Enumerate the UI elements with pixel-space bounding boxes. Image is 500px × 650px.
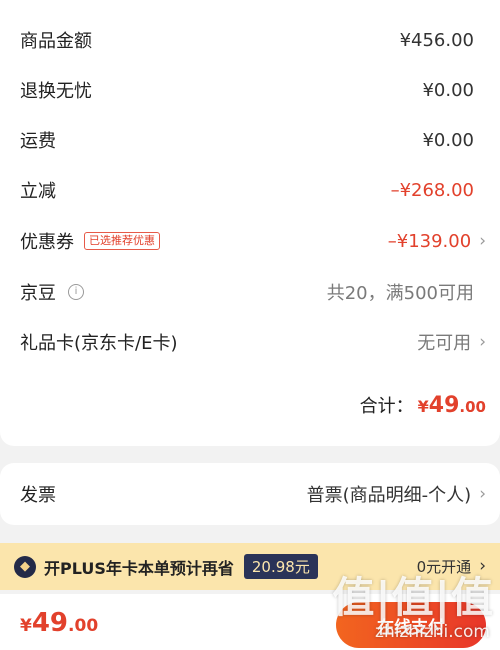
invoice-label: 发票: [20, 485, 56, 506]
total-label: 合计：: [359, 396, 414, 417]
jingdou-value: 共20，满500可用: [326, 283, 474, 304]
chevron-right-icon: ›: [479, 483, 486, 504]
pay-integer: 49: [31, 608, 69, 638]
instant-discount-row: 立减 –¥268.00: [20, 170, 474, 210]
pay-decimal: .00: [68, 616, 99, 636]
shipping-value: ¥0.00: [422, 129, 474, 151]
gift-card-label: 礼品卡(京东卡/E卡): [20, 333, 178, 354]
return-worry-free-value: ¥0.00: [422, 79, 474, 101]
shipping-label: 运费: [20, 131, 56, 152]
coupon-label: 优惠券: [20, 232, 74, 253]
total-integer: 49: [428, 393, 460, 418]
invoice-value: 普票(商品明细-个人): [306, 485, 472, 506]
total-row: 合计： ¥ 49 .00: [360, 392, 486, 428]
invoice-card[interactable]: 发票 普票(商品明细-个人) ›: [0, 463, 500, 525]
invoice-row[interactable]: 发票 普票(商品明细-个人) ›: [20, 474, 486, 514]
jingdou-label: 京豆: [20, 283, 56, 304]
jingdou-row: 京豆 i 共20，满500可用: [20, 272, 474, 312]
goods-amount-row: 商品金额 ¥456.00: [20, 20, 474, 60]
gift-card-row[interactable]: 礼品卡(京东卡/E卡) 无可用 ›: [20, 322, 486, 362]
watermark-url: zhizhizhi.com: [375, 622, 490, 642]
coupon-recommended-tag: 已选推荐优惠: [84, 232, 160, 250]
pay-currency: ¥: [20, 616, 32, 636]
return-worry-free-row: 退换无忧 ¥0.00: [20, 70, 474, 110]
goods-amount-value: ¥456.00: [399, 29, 474, 51]
plus-save-amount: 20.98元: [243, 554, 318, 579]
coupon-row[interactable]: 优惠券 已选推荐优惠 –¥139.00 ›: [20, 221, 486, 261]
watermark-logo: 值|值|值: [332, 573, 494, 622]
pay-total-price: ¥ 49 .00: [20, 608, 98, 638]
plus-logo-icon: ◆: [14, 555, 36, 578]
info-icon[interactable]: i: [68, 284, 84, 300]
chevron-right-icon: ›: [479, 230, 486, 251]
goods-amount-label: 商品金额: [20, 31, 92, 52]
coupon-value: –¥139.00: [387, 230, 472, 252]
total-currency: ¥: [417, 397, 429, 416]
shipping-row: 运费 ¥0.00: [20, 120, 474, 160]
instant-discount-value: –¥268.00: [390, 179, 474, 201]
chevron-right-icon: ›: [479, 331, 486, 352]
plus-promo-text: 开PLUS年卡本单预计再省: [44, 558, 234, 578]
return-worry-free-label: 退换无忧: [20, 81, 92, 102]
instant-discount-label: 立减: [20, 181, 56, 202]
gift-card-value: 无可用: [417, 333, 472, 354]
order-summary-card: 商品金额 ¥456.00 退换无忧 ¥0.00 运费 ¥0.00 立减 –¥26…: [0, 0, 500, 446]
total-decimal: .00: [459, 398, 486, 416]
